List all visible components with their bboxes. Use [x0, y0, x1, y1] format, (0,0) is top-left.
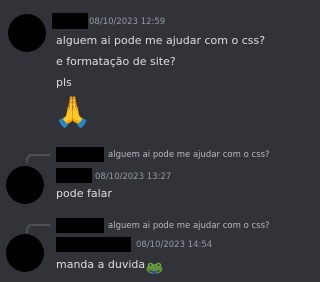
username-redacted[interactable] — [56, 168, 92, 183]
reply-username-redacted[interactable] — [56, 218, 104, 233]
avatar[interactable] — [8, 14, 46, 52]
avatar[interactable] — [6, 166, 44, 204]
reply-spine — [26, 154, 50, 163]
message-line: pls — [56, 76, 72, 89]
message-line: e formatação de site? — [56, 55, 176, 68]
message-timestamp: 08/10/2023 13:27 — [95, 172, 172, 182]
reply-preview[interactable]: alguem ai pode me ajudar com o css? — [108, 220, 270, 232]
message-timestamp: 08/10/2023 12:59 — [89, 17, 166, 27]
username-redacted[interactable] — [56, 237, 131, 252]
frog-emoji[interactable] — [146, 259, 163, 274]
folded-hands-emoji[interactable]: 🙏 — [54, 94, 91, 132]
message-line: alguem ai pode me ajudar com o css? — [56, 34, 266, 47]
message-timestamp: 08/10/2023 14:54 — [136, 240, 213, 250]
message-line: pode falar — [56, 187, 112, 200]
message-line: manda a duvida — [56, 258, 146, 271]
reply-spine — [26, 224, 50, 233]
reply-preview[interactable]: alguem ai pode me ajudar com o css? — [108, 149, 270, 161]
message-1: 08/10/2023 12:59 alguem ai pode me ajuda… — [0, 0, 306, 140]
reply-username-redacted[interactable] — [56, 147, 104, 162]
username-redacted[interactable] — [52, 13, 88, 29]
avatar[interactable] — [6, 234, 44, 272]
message-2: alguem ai pode me ajudar com o css? 08/1… — [0, 140, 306, 210]
message-3: alguem ai pode me ajudar com o css? 08/1… — [0, 210, 306, 282]
